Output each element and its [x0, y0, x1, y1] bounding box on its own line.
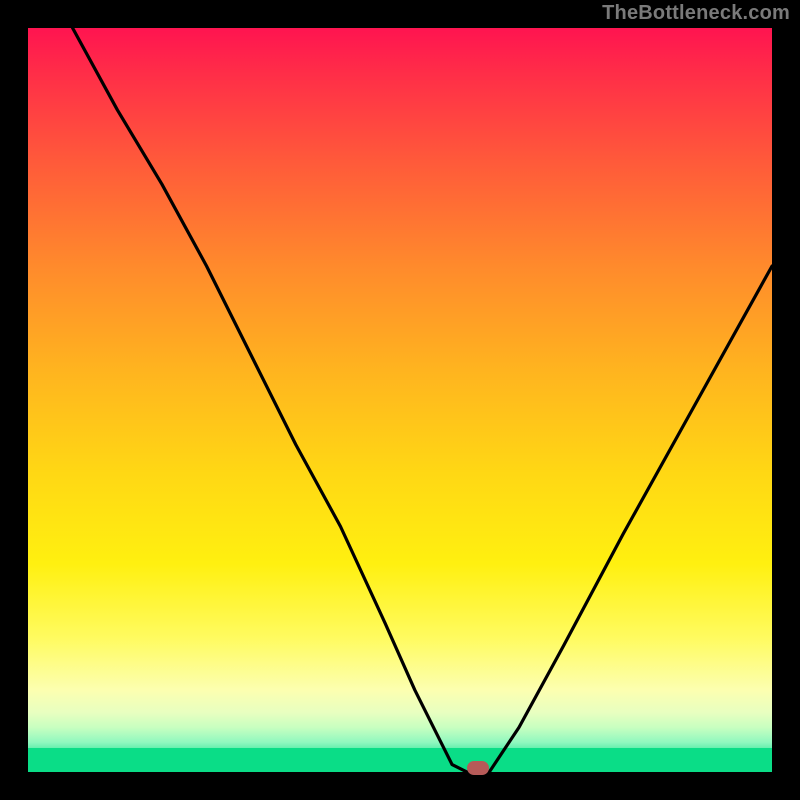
chart-frame: TheBottleneck.com	[0, 0, 800, 800]
watermark-text: TheBottleneck.com	[602, 2, 790, 25]
curve-path	[73, 28, 772, 772]
bottleneck-curve	[28, 28, 772, 772]
optimal-point-marker	[467, 761, 489, 775]
plot-area	[28, 28, 772, 772]
